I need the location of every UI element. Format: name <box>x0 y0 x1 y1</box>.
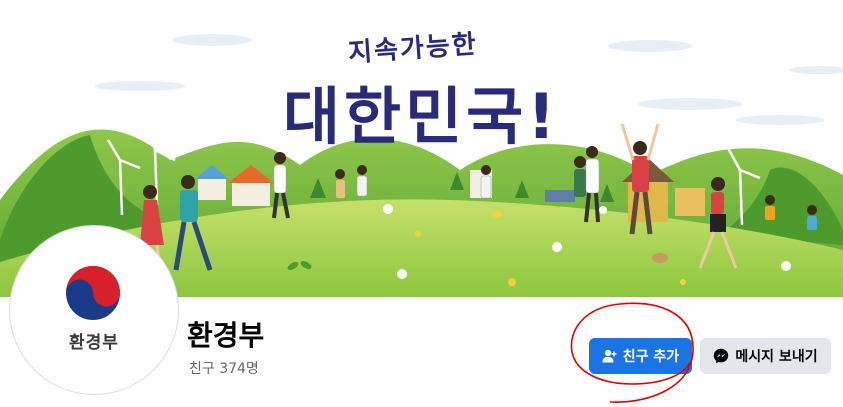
profile-avatar[interactable]: 환경부 <box>10 226 178 394</box>
add-friend-label: 친구 추가 <box>622 349 680 365</box>
avatar-label: 환경부 <box>69 333 119 353</box>
messenger-icon <box>713 348 729 364</box>
add-friend-icon <box>602 349 617 363</box>
cover-headline-large: 대한민국! <box>283 80 560 153</box>
friends-count[interactable]: 친구 374명 <box>189 358 259 378</box>
avatar-background: 환경부 <box>14 230 174 390</box>
taegeuk-emblem-icon <box>66 266 120 320</box>
send-message-button[interactable]: 메시지 보내기 <box>700 338 831 374</box>
page-title[interactable]: 환경부 <box>187 314 264 354</box>
send-message-label: 메시지 보내기 <box>735 349 818 365</box>
add-friend-button[interactable]: 친구 추가 <box>589 338 692 374</box>
